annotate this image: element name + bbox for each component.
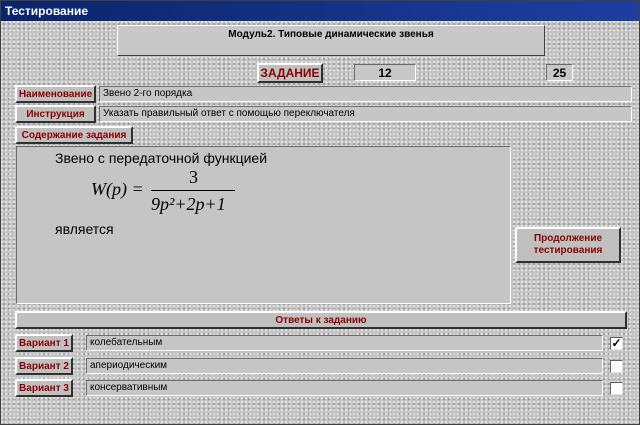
option-3-text: консервативным [86, 380, 603, 396]
name-label-button[interactable]: Наименование [15, 85, 96, 103]
task-button[interactable]: ЗАДАНИЕ [257, 63, 323, 83]
name-field: Звено 2-го порядка [99, 86, 632, 102]
task-total-number: 25 [546, 64, 573, 81]
option-2-label-button[interactable]: Вариант 2 [15, 357, 73, 375]
option-1-checkbox[interactable]: ✓ [610, 337, 623, 350]
option-2-text: апериодическим [86, 358, 603, 374]
content-line-2: является [55, 221, 114, 237]
option-3-label-button[interactable]: Вариант 3 [15, 379, 73, 397]
module-title-panel: Модуль2. Типовые динамические звенья [117, 25, 545, 56]
option-2-checkbox[interactable] [610, 360, 623, 373]
answers-header-button[interactable]: Ответы к заданию [15, 311, 627, 329]
task-content-panel: Звено с передаточной функцией W(p) = 3 9… [16, 146, 511, 304]
window-title: Тестирование [5, 4, 89, 18]
continue-testing-button[interactable]: Продолжение тестирования [515, 227, 621, 263]
fraction-bar [151, 190, 235, 191]
instruction-field: Указать правильный ответ с помощью перек… [99, 106, 632, 122]
module-title: Модуль2. Типовые динамические звенья [228, 29, 434, 40]
formula-denominator: 9p²+2p+1 [151, 194, 226, 214]
instruction-label-button[interactable]: Инструкция [15, 105, 96, 123]
option-1-label-button[interactable]: Вариант 1 [15, 334, 73, 352]
transfer-function-formula: W(p) = 3 9p²+2p+1 [91, 167, 271, 219]
app-window: Тестирование Модуль2. Типовые динамическ… [0, 0, 640, 425]
content-label-button[interactable]: Содержание задания [15, 126, 133, 144]
title-bar: Тестирование [1, 1, 639, 21]
task-current-number: 12 [354, 64, 416, 81]
option-3-checkbox[interactable] [610, 382, 623, 395]
formula-lhs: W(p) = [91, 179, 144, 199]
formula-numerator: 3 [189, 167, 198, 187]
content-line-1: Звено с передаточной функцией [55, 150, 268, 166]
option-1-text: колебательным [86, 335, 603, 351]
